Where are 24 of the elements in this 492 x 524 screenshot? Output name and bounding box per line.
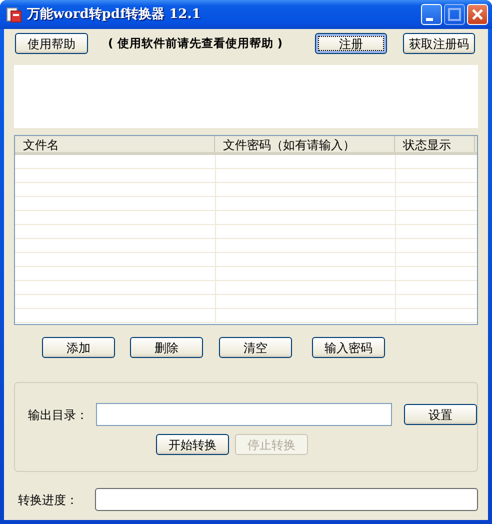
clear-button[interactable]: 清空: [219, 337, 292, 358]
close-button[interactable]: [467, 4, 488, 25]
hint-text: ( 使用软件前请先查看使用帮助 ): [108, 34, 284, 52]
get-code-button[interactable]: 获取注册码: [403, 33, 475, 54]
output-dir-label: 输出目录：: [28, 406, 89, 424]
column-header[interactable]: 文件名: [15, 136, 215, 152]
app-icon: [6, 6, 22, 22]
help-button[interactable]: 使用帮助: [15, 33, 88, 54]
minimize-icon: [426, 18, 433, 20]
settings-button[interactable]: 设置: [404, 404, 477, 425]
output-dir-field[interactable]: [96, 403, 392, 426]
start-button[interactable]: 开始转换: [156, 434, 229, 455]
file-list[interactable]: 文件名 文件密码（如有请输入） 状态显示: [14, 135, 478, 325]
register-button[interactable]: 注册: [315, 33, 387, 54]
add-button[interactable]: 添加: [42, 337, 115, 358]
column-header[interactable]: 文件密码（如有请输入）: [215, 136, 395, 152]
delete-button[interactable]: 删除: [130, 337, 203, 358]
window-title: 万能word转pdf转换器 12.1: [27, 6, 201, 24]
progress-label: 转换进度：: [18, 492, 79, 508]
close-icon: [472, 9, 483, 20]
maximize-icon: [448, 8, 461, 21]
minimize-button[interactable]: [421, 4, 442, 25]
column-header[interactable]: 状态显示: [395, 136, 475, 152]
password-button[interactable]: 输入密码: [312, 337, 385, 358]
